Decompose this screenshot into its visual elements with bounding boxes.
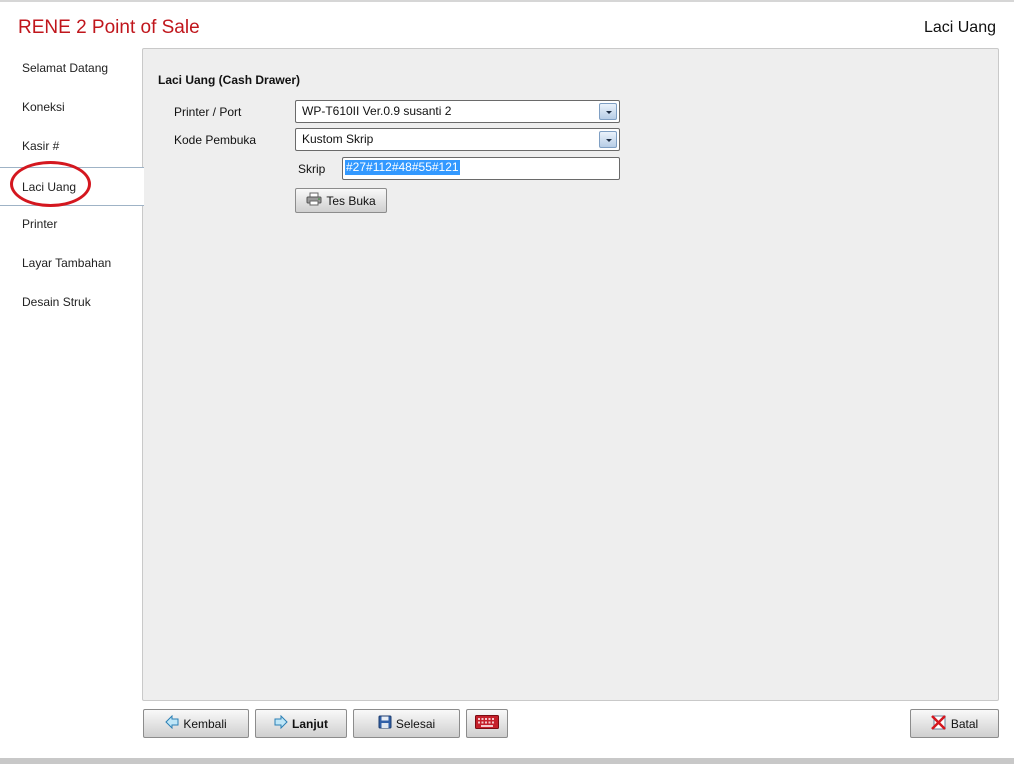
save-disk-icon — [378, 715, 392, 732]
kembali-label: Kembali — [183, 716, 227, 731]
kode-pembuka-select[interactable]: Kustom Skrip — [295, 128, 620, 151]
printer-port-label: Printer / Port — [174, 105, 242, 119]
selesai-button[interactable]: Selesai — [353, 709, 460, 738]
selesai-label: Selesai — [395, 716, 436, 731]
kembali-button[interactable]: Kembali — [143, 709, 249, 738]
tes-buka-button[interactable]: Tes Buka — [295, 188, 387, 213]
kode-pembuka-label: Kode Pembuka — [174, 133, 257, 147]
printer-port-value: WP-T610II Ver.0.9 susanti 2 — [302, 104, 452, 118]
printer-icon — [306, 192, 322, 209]
settings-panel: Laci Uang (Cash Drawer) Printer / Port W… — [142, 48, 999, 701]
app-title: RENE 2 Point of Sale — [18, 17, 200, 38]
section-title: Laci Uang (Cash Drawer) — [158, 73, 301, 87]
sidebar-item-laci-uang[interactable]: Laci Uang — [0, 167, 144, 206]
sidebar-nav: Selamat Datang Koneksi Kasir # Laci Uang… — [0, 49, 144, 349]
arrow-left-icon — [165, 714, 179, 732]
sidebar-item-desain-struk[interactable]: Desain Struk — [0, 283, 143, 322]
sidebar-item-layar-tambahan[interactable]: Layar Tambahan — [0, 244, 143, 283]
chevron-down-icon[interactable] — [599, 103, 617, 120]
skrip-value: #27#112#48#55#121 — [345, 160, 460, 175]
batal-label: Batal — [950, 716, 979, 731]
lanjut-label: Lanjut — [292, 716, 328, 731]
keyboard-icon — [475, 715, 499, 732]
top-border — [0, 0, 1014, 2]
sidebar-item-selamat-datang[interactable]: Selamat Datang — [0, 49, 143, 88]
sidebar-item-printer[interactable]: Printer — [0, 205, 143, 244]
sidebar-item-kasir[interactable]: Kasir # — [0, 127, 143, 166]
batal-button[interactable]: Batal — [910, 709, 999, 738]
page-title: Laci Uang — [923, 19, 996, 36]
cancel-icon — [930, 714, 947, 733]
arrow-right-icon — [274, 714, 288, 732]
printer-port-select[interactable]: WP-T610II Ver.0.9 susanti 2 — [295, 100, 620, 123]
kode-pembuka-value: Kustom Skrip — [302, 132, 374, 146]
skrip-label: Skrip — [298, 162, 326, 176]
lanjut-button[interactable]: Lanjut — [255, 709, 347, 738]
sidebar-item-koneksi[interactable]: Koneksi — [0, 88, 143, 127]
skrip-input[interactable]: #27#112#48#55#121 — [342, 157, 620, 180]
chevron-down-icon[interactable] — [599, 131, 617, 148]
tes-buka-label: Tes Buka — [326, 193, 376, 208]
bottom-border — [0, 758, 1014, 764]
keyboard-button[interactable] — [466, 709, 508, 738]
